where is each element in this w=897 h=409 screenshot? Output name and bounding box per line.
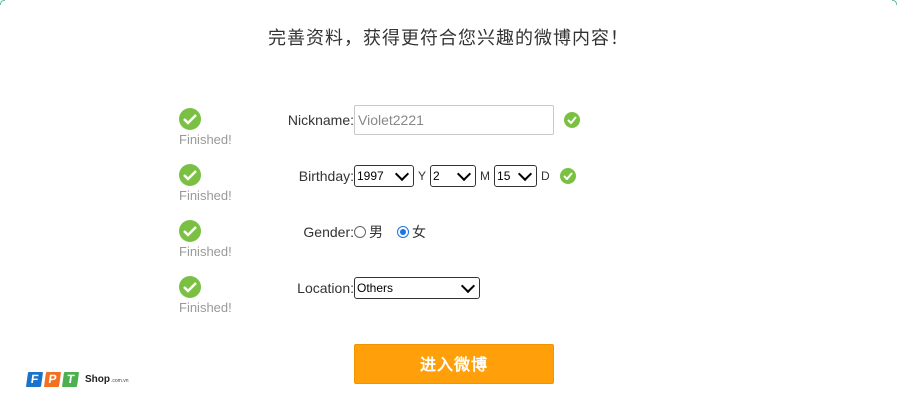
chevron-down-icon xyxy=(394,166,410,182)
nickname-controls xyxy=(354,105,580,135)
chevron-down-icon xyxy=(460,278,476,294)
logo-letter-p: P xyxy=(43,371,62,387)
chevron-down-icon xyxy=(456,166,472,182)
birth-year-select[interactable]: 1997 xyxy=(354,165,414,187)
logo-shop-text: Shop xyxy=(85,373,110,385)
birth-month-select[interactable]: 2 xyxy=(430,165,477,187)
birthday-row: Birthday: 1997 Y 2 M 15 D xyxy=(0,161,897,191)
gender-female-label: 女 xyxy=(412,225,426,241)
logo-letter-f: F xyxy=(25,371,44,387)
logo-letter-t: T xyxy=(61,371,80,387)
birthday-label: Birthday: xyxy=(298,168,354,184)
birth-year-value: 1997 xyxy=(357,169,384,183)
window-corner-right xyxy=(892,0,897,5)
nickname-row: Nickname: xyxy=(0,105,897,135)
birthday-valid-icon xyxy=(559,168,576,184)
page-title: 完善资料，获得更符合您兴趣的微博内容！ xyxy=(268,28,629,49)
gender-female-radio[interactable] xyxy=(397,226,409,238)
gender-label: Gender: xyxy=(303,224,354,240)
birthday-controls: 1997 Y 2 M 15 D xyxy=(354,161,576,191)
gender-male-label: 男 xyxy=(369,225,383,241)
birth-day-select[interactable]: 15 xyxy=(494,165,538,187)
nickname-valid-icon xyxy=(564,112,580,128)
window-corner-left xyxy=(0,0,5,5)
enter-weibo-button[interactable]: 进入微博 xyxy=(354,344,554,384)
fpt-shop-logo: F P T Shop .com.vn xyxy=(25,365,129,393)
location-row: Location: Others xyxy=(0,273,897,303)
gender-controls: 男 女 xyxy=(354,217,440,247)
location-label: Location: xyxy=(297,280,354,296)
location-select[interactable]: Others xyxy=(354,277,480,299)
birth-month-value: 2 xyxy=(433,169,440,183)
logo-domain-text: .com.vn xyxy=(111,377,129,384)
location-controls: Others xyxy=(354,273,480,303)
gender-row: Gender: 男 女 xyxy=(0,217,897,247)
gender-male-radio[interactable] xyxy=(354,226,366,238)
nickname-label: Nickname: xyxy=(287,112,354,128)
day-unit: D xyxy=(541,169,550,183)
nickname-input[interactable] xyxy=(354,105,554,135)
chevron-down-icon xyxy=(517,166,533,182)
birth-day-value: 15 xyxy=(497,169,511,183)
location-value: Others xyxy=(357,281,394,295)
month-unit: M xyxy=(480,169,491,183)
year-unit: Y xyxy=(418,169,427,183)
